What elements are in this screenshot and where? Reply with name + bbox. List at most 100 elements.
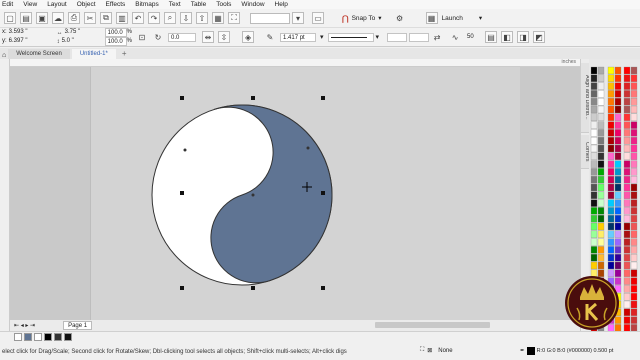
palette-swatch[interactable] bbox=[630, 144, 638, 153]
palette-swatch[interactable] bbox=[614, 191, 622, 199]
palette-swatch[interactable] bbox=[630, 324, 638, 332]
menu-bitmaps[interactable]: Bitmaps bbox=[135, 1, 158, 8]
new-document-icon[interactable]: ▢ bbox=[4, 12, 16, 24]
palette-swatch[interactable] bbox=[623, 160, 631, 168]
selection-handle[interactable] bbox=[321, 96, 325, 100]
palette-swatch[interactable] bbox=[623, 176, 631, 184]
palette-swatch[interactable] bbox=[623, 246, 631, 254]
line-style-dropdown[interactable] bbox=[327, 32, 374, 42]
menu-window[interactable]: Window bbox=[241, 1, 264, 8]
palette-swatch[interactable] bbox=[630, 129, 638, 137]
fullscreen-icon[interactable]: ⛶ bbox=[228, 12, 240, 24]
to-back-icon[interactable]: ◨ bbox=[517, 31, 530, 43]
palette-swatch[interactable] bbox=[607, 230, 615, 238]
palette-swatch[interactable] bbox=[630, 121, 638, 129]
palette-swatch[interactable] bbox=[623, 144, 631, 153]
palette-swatch[interactable] bbox=[614, 215, 622, 223]
menu-edit[interactable]: Edit bbox=[2, 1, 13, 8]
palette-swatch[interactable] bbox=[614, 66, 622, 75]
palette-swatch[interactable] bbox=[590, 168, 598, 176]
palette-swatch[interactable] bbox=[630, 82, 638, 90]
palette-swatch[interactable] bbox=[623, 105, 631, 114]
palette-swatch[interactable] bbox=[597, 222, 605, 231]
menu-tools[interactable]: Tools bbox=[216, 1, 231, 8]
palette-swatch[interactable] bbox=[630, 254, 638, 262]
palette-swatch[interactable] bbox=[590, 207, 598, 215]
launch-dropdown[interactable]: ▦ Launch ▾ bbox=[425, 12, 482, 24]
publish-pdf-icon[interactable]: ▦ bbox=[212, 12, 224, 24]
palette-swatch[interactable] bbox=[623, 293, 631, 301]
search-icon[interactable]: ⌕ bbox=[164, 12, 176, 24]
palette-swatch[interactable] bbox=[630, 160, 638, 168]
palette-swatch[interactable] bbox=[630, 246, 638, 254]
palette-swatch[interactable] bbox=[607, 66, 615, 75]
palette-swatch[interactable] bbox=[623, 277, 631, 285]
wrap-text-icon[interactable]: ▤ bbox=[485, 31, 498, 43]
swatch[interactable] bbox=[64, 333, 72, 341]
palette-swatch[interactable] bbox=[623, 308, 631, 316]
y-position-field[interactable]: 6.397 " bbox=[7, 37, 47, 46]
save-icon[interactable]: ▣ bbox=[36, 12, 48, 24]
palette-swatch[interactable] bbox=[607, 215, 615, 223]
palette-swatch[interactable] bbox=[590, 176, 598, 184]
palette-swatch[interactable] bbox=[597, 254, 605, 262]
palette-swatch[interactable] bbox=[614, 90, 622, 98]
menu-object[interactable]: Object bbox=[77, 1, 96, 8]
palette-swatch[interactable] bbox=[597, 129, 605, 137]
page-nav-icon[interactable]: ⇤ ◂ ▸ ⇥ bbox=[14, 322, 35, 329]
palette-swatch[interactable] bbox=[630, 74, 638, 82]
palette-swatch[interactable] bbox=[630, 90, 638, 98]
tab-home-icon[interactable]: ⌂ bbox=[0, 52, 8, 59]
palette-swatch[interactable] bbox=[597, 66, 605, 75]
palette-swatch[interactable] bbox=[630, 176, 638, 184]
palette-swatch[interactable] bbox=[614, 105, 622, 114]
palette-swatch[interactable] bbox=[590, 121, 598, 129]
palette-swatch[interactable] bbox=[630, 238, 638, 246]
palette-swatch[interactable] bbox=[630, 207, 638, 215]
palette-swatch[interactable] bbox=[630, 215, 638, 223]
palette-swatch[interactable] bbox=[597, 168, 605, 176]
palette-swatch[interactable] bbox=[597, 261, 605, 270]
menu-table[interactable]: Table bbox=[191, 1, 207, 8]
palette-swatch[interactable] bbox=[623, 183, 631, 192]
palette-swatch[interactable] bbox=[607, 160, 615, 168]
palette-swatch[interactable] bbox=[623, 261, 631, 270]
open-folder-icon[interactable]: ▤ bbox=[20, 12, 32, 24]
palette-swatch[interactable] bbox=[597, 82, 605, 90]
palette-swatch[interactable] bbox=[630, 168, 638, 176]
palette-swatch[interactable] bbox=[597, 207, 605, 215]
palette-swatch[interactable] bbox=[597, 90, 605, 98]
palette-swatch[interactable] bbox=[623, 191, 631, 199]
palette-swatch[interactable] bbox=[590, 254, 598, 262]
palette-swatch[interactable] bbox=[607, 168, 615, 176]
palette-swatch[interactable] bbox=[597, 137, 605, 145]
swatch[interactable] bbox=[34, 333, 42, 341]
palette-swatch[interactable] bbox=[630, 98, 638, 106]
palette-swatch[interactable] bbox=[630, 285, 638, 293]
tab-welcome-screen[interactable]: Welcome Screen bbox=[8, 49, 70, 59]
node-marker[interactable] bbox=[183, 148, 187, 152]
selection-handle[interactable] bbox=[251, 286, 255, 290]
print-icon[interactable]: ⎙ bbox=[68, 12, 80, 24]
palette-swatch[interactable] bbox=[607, 222, 615, 231]
palette-swatch[interactable] bbox=[614, 238, 622, 246]
undo-icon[interactable]: ↶ bbox=[132, 12, 144, 24]
palette-swatch[interactable] bbox=[623, 300, 631, 309]
palette-swatch[interactable] bbox=[590, 113, 598, 121]
palette-swatch[interactable] bbox=[630, 293, 638, 301]
palette-swatch[interactable] bbox=[590, 215, 598, 223]
selection-handle[interactable] bbox=[180, 96, 184, 100]
palette-swatch[interactable] bbox=[597, 113, 605, 121]
combine-icon[interactable]: ◈ bbox=[242, 31, 255, 43]
palette-swatch[interactable] bbox=[623, 238, 631, 246]
palette-swatch[interactable] bbox=[590, 160, 598, 168]
palette-swatch[interactable] bbox=[623, 230, 631, 238]
palette-swatch[interactable] bbox=[597, 144, 605, 153]
palette-swatch[interactable] bbox=[630, 300, 638, 309]
add-tab-icon[interactable]: + bbox=[118, 49, 131, 59]
gear-icon[interactable]: ⚙ bbox=[394, 12, 406, 24]
palette-swatch[interactable] bbox=[597, 152, 605, 160]
palette-swatch[interactable] bbox=[590, 261, 598, 270]
palette-swatch[interactable] bbox=[614, 222, 622, 231]
swap-arrowheads-icon[interactable]: ⇄ bbox=[431, 31, 443, 43]
